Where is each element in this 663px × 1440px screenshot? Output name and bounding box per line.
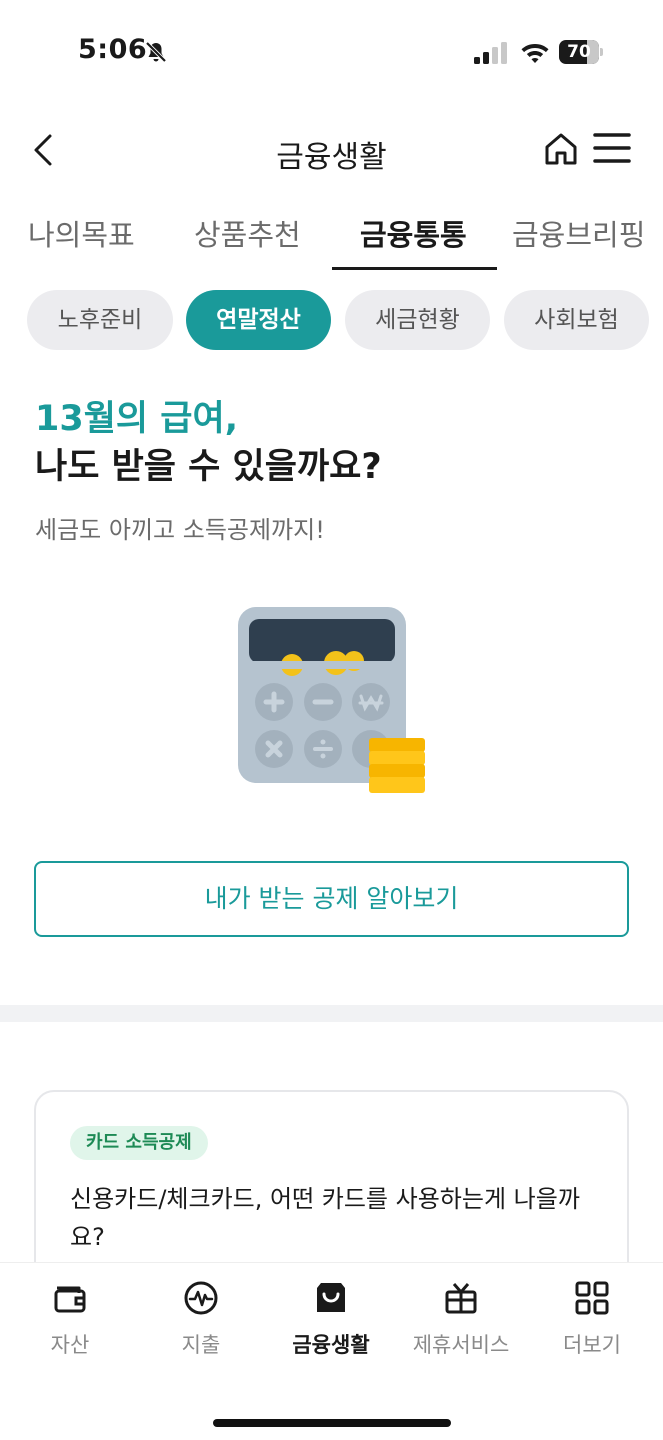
nav-assets[interactable]: 자산 xyxy=(5,1279,135,1369)
chip-social-insurance[interactable]: 사회보험 xyxy=(504,290,649,350)
active-tab-indicator xyxy=(332,267,497,270)
card-category-tag: 카드 소득공제 xyxy=(70,1126,208,1160)
wallet-icon xyxy=(54,1286,86,1313)
grid-icon xyxy=(575,1281,609,1315)
card-headline: 신용카드/체크카드, 어떤 카드를 사용하는게 나을까요? xyxy=(70,1185,580,1251)
app-header: 금융생활 xyxy=(0,110,663,186)
tab-product-recommend[interactable]: 상품추천 xyxy=(194,212,301,254)
status-time: 5:06 xyxy=(78,34,148,65)
bottom-navigation: 자산 지출 금융생활 제휴서비스 더보기 xyxy=(0,1262,663,1440)
status-bar: 5:06 70 xyxy=(0,0,663,100)
home-icon[interactable] xyxy=(542,130,580,168)
battery-level: 70 xyxy=(567,42,591,62)
tab-finance-talk[interactable]: 금융통통 xyxy=(360,212,467,254)
home-indicator[interactable] xyxy=(213,1419,451,1427)
check-deduction-button[interactable]: 내가 받는 공제 알아보기 xyxy=(34,861,629,937)
hamburger-menu-icon[interactable] xyxy=(592,130,632,166)
category-chips: 노후준비 연말정산 세금현황 사회보험 xyxy=(0,290,663,352)
gift-icon xyxy=(445,1283,477,1314)
nav-more[interactable]: 더보기 xyxy=(527,1279,657,1369)
nav-label-partner-services: 제휴서비스 xyxy=(412,1333,510,1357)
wifi-icon xyxy=(521,44,549,63)
chip-year-end-tax[interactable]: 연말정산 xyxy=(186,290,331,350)
chip-retirement[interactable]: 노후준비 xyxy=(27,290,173,350)
hero-title-highlight: 13월의 급여, xyxy=(35,399,238,439)
pulse-icon xyxy=(184,1281,218,1315)
hero-subtitle: 세금도 아끼고 소득공제까지! xyxy=(35,516,325,544)
main-tab-bar: 나의목표 상품추천 금융통통 금융브리핑 xyxy=(0,200,663,272)
section-divider xyxy=(0,1005,663,1022)
hero-title: 나도 받을 수 있을까요? xyxy=(35,447,382,487)
tab-finance-briefing[interactable]: 금융브리핑 xyxy=(512,212,645,254)
nav-label-more: 더보기 xyxy=(563,1333,621,1357)
nav-spending[interactable]: 지출 xyxy=(136,1279,266,1369)
calculator-coins-illustration xyxy=(238,607,425,793)
cellular-signal-icon xyxy=(474,42,507,64)
tab-my-goals[interactable]: 나의목표 xyxy=(28,212,135,254)
nav-label-financial-life: 금융생활 xyxy=(292,1333,370,1357)
nav-partner-services[interactable]: 제휴서비스 xyxy=(396,1279,526,1369)
nav-label-assets: 자산 xyxy=(50,1333,90,1357)
nav-financial-life[interactable]: 금융생활 xyxy=(266,1279,396,1369)
battery-indicator: 70 xyxy=(559,40,603,64)
shopping-bag-icon xyxy=(317,1283,345,1312)
chip-tax-status[interactable]: 세금현황 xyxy=(345,290,490,350)
nav-label-spending: 지출 xyxy=(181,1333,221,1357)
bell-off-icon xyxy=(145,41,167,63)
